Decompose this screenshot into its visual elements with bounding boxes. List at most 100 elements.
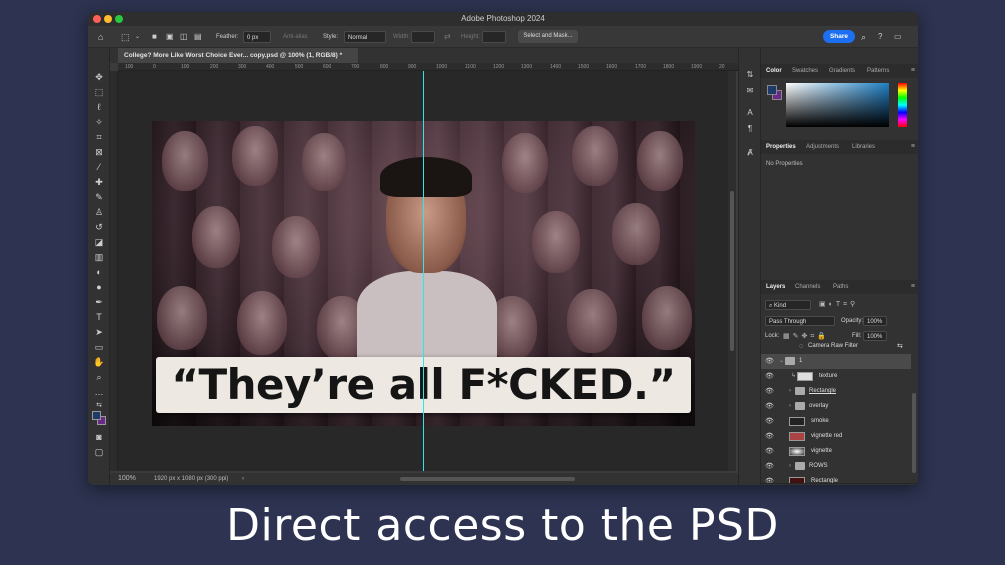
- visibility-eye-icon[interactable]: 👁: [765, 444, 774, 459]
- type-tool-icon[interactable]: T: [93, 312, 105, 323]
- layer-row[interactable]: 👁 ⌄ 1: [761, 354, 911, 369]
- magic-wand-tool-icon[interactable]: ✧: [93, 117, 105, 128]
- history-brush-tool-icon[interactable]: ↺: [93, 222, 105, 233]
- brush-tool-icon[interactable]: ✎: [93, 192, 105, 203]
- tab-properties[interactable]: Properties: [766, 140, 796, 154]
- height-input[interactable]: [482, 31, 506, 43]
- layer-row[interactable]: 👁 › ROWS: [761, 459, 911, 474]
- help-icon[interactable]: ?: [878, 31, 882, 43]
- glyphs-panel-icon[interactable]: Ⱥ: [744, 148, 756, 160]
- foreground-color-swatch[interactable]: [92, 411, 101, 420]
- blur-tool-icon[interactable]: ◐: [93, 267, 105, 278]
- workspace-icon[interactable]: ▭: [894, 31, 902, 43]
- path-selection-tool-icon[interactable]: ➤: [93, 327, 105, 338]
- panel-menu-icon[interactable]: ≡: [911, 280, 915, 294]
- camera-raw-filter-row[interactable]: ◌ Camera Raw Filter ⇆: [761, 341, 911, 352]
- screen-mode-icon[interactable]: ▢: [93, 447, 105, 458]
- maximize-window-button[interactable]: [115, 15, 123, 23]
- share-button[interactable]: Share: [823, 30, 855, 43]
- layer-row[interactable]: 👁 ↳ texture: [761, 369, 911, 384]
- link-icon[interactable]: ⚯: [805, 484, 811, 485]
- fill-input[interactable]: 100%: [863, 331, 887, 341]
- close-window-button[interactable]: [93, 15, 101, 23]
- chevron-down-icon[interactable]: ⌄: [135, 31, 140, 43]
- new-selection-icon[interactable]: ■: [152, 31, 157, 43]
- chevron-right-icon[interactable]: ›: [789, 399, 791, 414]
- tab-gradients[interactable]: Gradients: [829, 64, 855, 78]
- rectangular-marquee-tool-icon[interactable]: ⬚: [93, 87, 105, 98]
- home-icon[interactable]: ⌂: [98, 31, 103, 43]
- adjustment-icon[interactable]: ◑: [853, 484, 857, 485]
- tab-color[interactable]: Color: [766, 64, 782, 78]
- frame-tool-icon[interactable]: ⊠: [93, 147, 105, 158]
- chevron-right-icon[interactable]: ›: [789, 384, 791, 399]
- gradient-tool-icon[interactable]: ▥: [93, 252, 105, 263]
- layers-scrollbar[interactable]: [912, 393, 916, 473]
- fx-icon[interactable]: fx: [821, 484, 826, 485]
- panel-menu-icon[interactable]: ≡: [911, 64, 915, 78]
- vertical-scrollbar[interactable]: [728, 71, 736, 471]
- healing-brush-tool-icon[interactable]: ✚: [93, 177, 105, 188]
- tab-channels[interactable]: Channels: [795, 280, 820, 294]
- visibility-eye-icon[interactable]: 👁: [765, 399, 774, 414]
- add-selection-icon[interactable]: ▣: [166, 31, 174, 43]
- move-tool-icon[interactable]: ✥: [93, 72, 105, 83]
- comments-panel-icon[interactable]: ✉: [744, 86, 756, 98]
- tab-libraries[interactable]: Libraries: [852, 140, 875, 154]
- rectangle-tool-icon[interactable]: ▭: [93, 342, 105, 353]
- visibility-eye-icon[interactable]: 👁: [765, 474, 774, 483]
- lock-icons[interactable]: ▦✎✥⌗🔒: [783, 332, 829, 341]
- color-picker-field[interactable]: [786, 83, 889, 127]
- layer-row[interactable]: 👁 vignette red: [761, 429, 911, 444]
- color-foreground-swatch[interactable]: [767, 85, 777, 95]
- swap-colors-icon[interactable]: ⇆: [93, 400, 105, 411]
- zoom-tool-icon[interactable]: ⌕: [93, 372, 105, 383]
- layer-row[interactable]: 👁 vignette: [761, 444, 911, 459]
- vertical-scroll-thumb[interactable]: [730, 191, 734, 351]
- opacity-input[interactable]: 100%: [863, 316, 887, 326]
- swap-icon[interactable]: ⇄: [444, 31, 451, 43]
- new-layer-icon[interactable]: ⊞: [882, 484, 888, 485]
- crop-tool-icon[interactable]: ⌗: [93, 132, 105, 143]
- width-input[interactable]: [411, 31, 435, 43]
- minimize-window-button[interactable]: [104, 15, 112, 23]
- feather-input[interactable]: 0 px: [243, 31, 271, 43]
- document-tab[interactable]: College? More Like Worst Choice Ever... …: [118, 48, 358, 63]
- tab-adjustments[interactable]: Adjustments: [806, 140, 839, 154]
- dodge-tool-icon[interactable]: ●: [93, 282, 105, 293]
- filter-options-icon[interactable]: ⇆: [897, 341, 903, 352]
- panel-menu-icon[interactable]: ≡: [911, 140, 915, 154]
- visibility-eye-icon[interactable]: 👁: [765, 369, 774, 384]
- marquee-tool-icon[interactable]: ⬚: [121, 31, 130, 43]
- visibility-eye-icon[interactable]: 👁: [765, 459, 774, 474]
- horizontal-scroll-thumb[interactable]: [400, 477, 575, 481]
- paragraph-panel-icon[interactable]: ¶: [744, 124, 756, 136]
- style-select[interactable]: Normal: [344, 31, 386, 43]
- pen-tool-icon[interactable]: ✒: [93, 297, 105, 308]
- antialias-checkbox[interactable]: Anti-alias: [283, 31, 308, 43]
- lasso-tool-icon[interactable]: ℓ: [93, 102, 105, 113]
- subtract-selection-icon[interactable]: ◫: [180, 31, 188, 43]
- visibility-eye-icon[interactable]: 👁: [765, 414, 774, 429]
- chevron-right-icon[interactable]: ›: [242, 473, 244, 485]
- layer-kind-filter[interactable]: ⌕ Kind: [765, 300, 811, 310]
- mask-icon[interactable]: ◘: [837, 484, 841, 485]
- tab-swatches[interactable]: Swatches: [792, 64, 818, 78]
- tab-layers[interactable]: Layers: [766, 280, 785, 294]
- hue-slider[interactable]: [898, 83, 907, 127]
- layer-row[interactable]: 👁 › overlay: [761, 399, 911, 414]
- eyedropper-tool-icon[interactable]: ⁄: [93, 162, 105, 173]
- select-and-mask-button[interactable]: Select and Mask...: [518, 30, 578, 43]
- layer-row[interactable]: 👁 Rectangle: [761, 474, 911, 483]
- trash-icon[interactable]: 🗑: [897, 484, 906, 485]
- chevron-down-icon[interactable]: ⌄: [779, 354, 784, 369]
- visibility-eye-icon[interactable]: 👁: [765, 429, 774, 444]
- zoom-level[interactable]: 100%: [118, 473, 136, 485]
- layer-filter-icons[interactable]: ▣◐T⌗⚲: [819, 300, 858, 309]
- visibility-eye-icon[interactable]: 👁: [765, 384, 774, 399]
- layer-row[interactable]: 👁 smoke: [761, 414, 911, 429]
- search-icon[interactable]: ⌕: [861, 31, 866, 43]
- tab-patterns[interactable]: Patterns: [867, 64, 889, 78]
- more-tools-icon[interactable]: …: [93, 387, 105, 398]
- visibility-eye-icon[interactable]: 👁: [765, 354, 774, 369]
